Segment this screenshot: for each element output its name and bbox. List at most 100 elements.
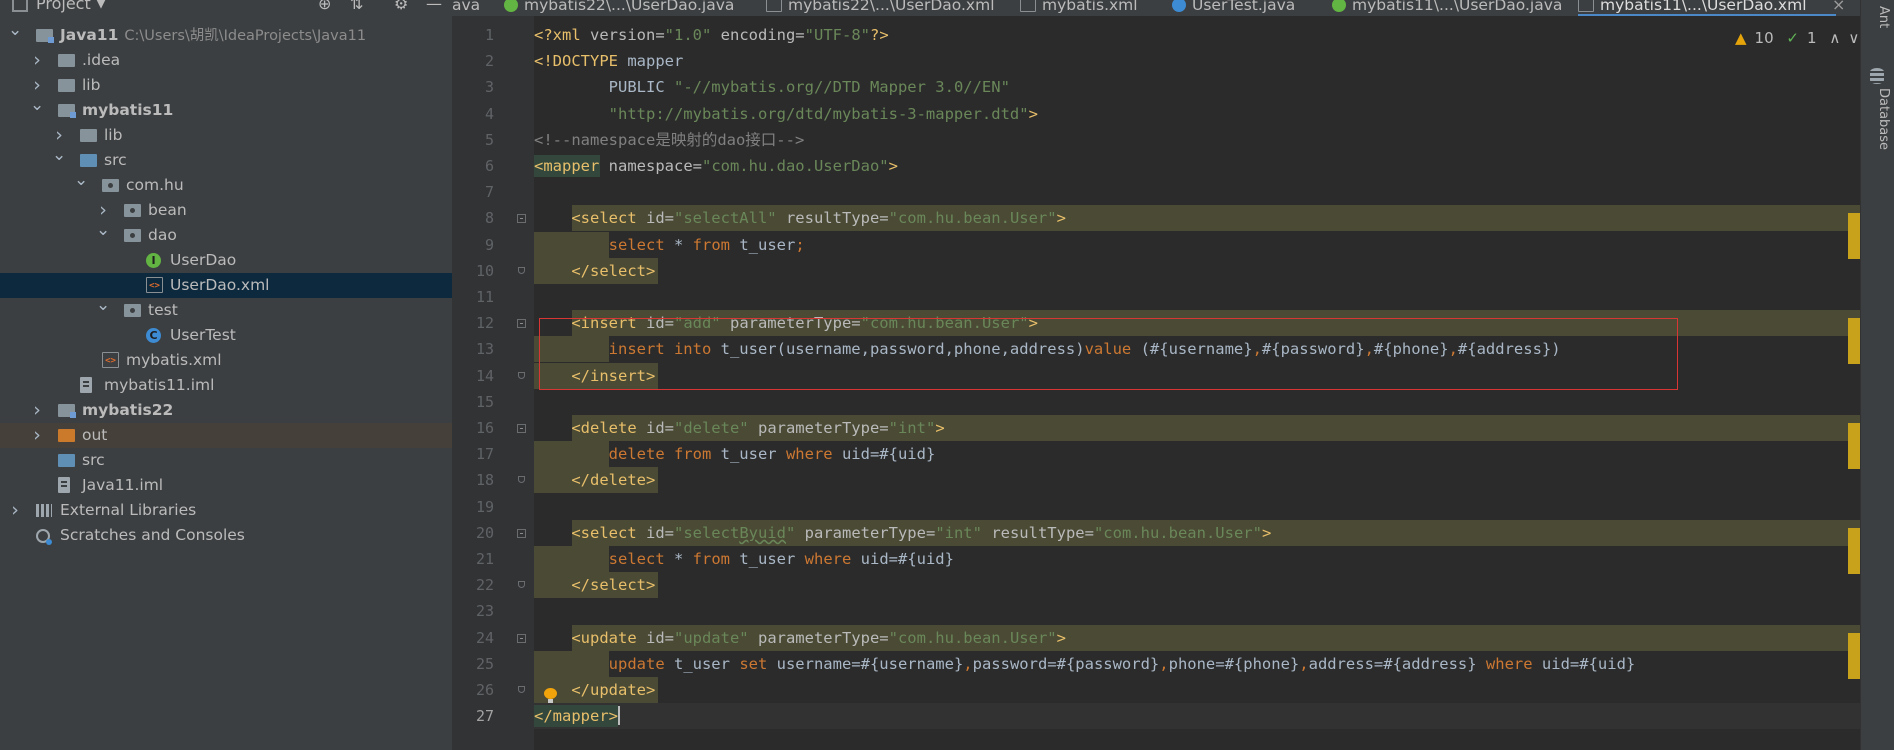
- editor-tab[interactable]: mybatis.xml: [1020, 0, 1138, 15]
- code-token: *: [673, 235, 693, 254]
- editor-tab-label: mybatis11\...\UserDao.xml: [1600, 0, 1807, 14]
- fold-marker-icon[interactable]: [517, 633, 526, 643]
- editor-tab[interactable]: mybatis22\...\UserDao.java: [504, 0, 734, 15]
- line-number: 9: [484, 235, 494, 254]
- editor-tab-bar: ava mybatis22\...\UserDao.java mybatis22\.…: [452, 0, 1860, 17]
- editor-tab[interactable]: ava: [452, 0, 480, 15]
- line-number: 11: [475, 288, 494, 306]
- code-token: ;: [795, 235, 805, 254]
- code-token: </select>: [571, 576, 656, 595]
- line-number: 2: [484, 52, 494, 71]
- code-token: select: [608, 235, 674, 254]
- line-number: 25: [475, 654, 494, 673]
- line-number: 14: [475, 366, 494, 385]
- project-view-title[interactable]: Project: [36, 0, 91, 14]
- code-token: </delete>: [571, 471, 656, 490]
- code-token: t_user: [739, 550, 805, 568]
- code-token: "select: [673, 523, 740, 542]
- code-token: uid=#{uid}: [1541, 654, 1636, 673]
- database-icon: [1870, 68, 1884, 84]
- code-token: <update: [571, 628, 646, 647]
- code-token: id=: [645, 628, 674, 647]
- code-token: <delete: [571, 419, 646, 437]
- code-line: <update id="update" parameterType="com.h…: [534, 625, 1066, 651]
- insert-annotation-box: [539, 318, 1678, 390]
- fold-marker-icon[interactable]: [517, 528, 526, 538]
- fold-end-marker-icon[interactable]: [518, 476, 525, 484]
- fold-marker-icon[interactable]: [517, 319, 526, 329]
- code-token: >: [1028, 104, 1038, 123]
- code-line: select * from t_user where uid=#{uid}: [534, 546, 954, 572]
- warning-count: 10: [1754, 29, 1774, 47]
- warning-icon: ▲: [1735, 29, 1747, 47]
- close-tab-icon[interactable]: ×: [1832, 0, 1845, 15]
- line-number: 8: [484, 209, 494, 228]
- code-token: PUBLIC: [534, 78, 674, 97]
- fold-end-marker-icon[interactable]: [518, 686, 525, 693]
- line-number: 4: [484, 104, 494, 123]
- locate-icon[interactable]: ⊕: [318, 0, 331, 14]
- fold-marker-icon[interactable]: [517, 214, 526, 224]
- editor-tab[interactable]: mybatis11\...\UserDao.java: [1332, 0, 1562, 15]
- chevron-down-icon[interactable]: ⌄: [8, 18, 22, 43]
- code-token: >: [1056, 209, 1066, 228]
- line-number: 13: [475, 340, 494, 359]
- settings-gear-icon[interactable]: ⚙: [394, 0, 408, 14]
- next-highlight-icon[interactable]: ∨: [1848, 29, 1859, 47]
- code-token: ?>: [869, 26, 889, 44]
- code-token: "com.hu.bean.User": [888, 209, 1057, 228]
- line-number: 1: [484, 26, 494, 44]
- fold-end-marker-icon[interactable]: [518, 371, 525, 379]
- line-number: 15: [475, 392, 494, 411]
- previous-highlight-icon[interactable]: ∧: [1829, 29, 1840, 47]
- collapse-all-icon[interactable]: ⇅: [350, 0, 363, 14]
- interface-file-icon: [504, 0, 518, 12]
- inspection-widget[interactable]: ▲ 10 ✓ 1 ∧ ∨: [1735, 24, 1867, 52]
- code-token: >: [935, 419, 945, 437]
- database-tool-button[interactable]: Database: [1865, 88, 1891, 150]
- editor-tab[interactable]: UserTest.java: [1172, 0, 1295, 15]
- code-token: ,: [1159, 654, 1169, 673]
- dropdown-arrow-icon[interactable]: ▼: [96, 0, 106, 14]
- code-token: >: [888, 157, 898, 175]
- code-token: id=: [645, 209, 674, 228]
- line-number: 12: [475, 314, 494, 333]
- editor-tab-label: mybatis11\...\UserDao.java: [1352, 0, 1563, 14]
- code-token: namespace=: [599, 157, 702, 175]
- project-panel-header: Project ▼ ⊕ ⇅ ⚙ —: [0, 0, 452, 14]
- code-token: update: [608, 654, 674, 673]
- line-number: 6: [484, 157, 494, 175]
- fold-end-marker-icon[interactable]: [518, 266, 525, 274]
- code-token: >: [1261, 523, 1272, 542]
- line-number: 19: [475, 497, 494, 516]
- editor-tab[interactable]: mybatis22\...\UserDao.xml: [766, 0, 995, 15]
- project-view-icon[interactable]: [12, 0, 28, 12]
- code-line: <!DOCTYPE mapper: [534, 48, 683, 74]
- code-token: id=: [645, 419, 674, 437]
- hide-panel-icon[interactable]: —: [426, 0, 442, 14]
- xml-file-icon: [766, 0, 782, 12]
- line-number: 17: [475, 445, 494, 464]
- code-line: <mapper namespace="com.hu.dao.UserDao">: [534, 153, 898, 179]
- xml-file-icon: [1578, 0, 1594, 12]
- chevron-right-icon[interactable]: ›: [8, 498, 22, 523]
- code-token: parameterType=: [757, 628, 889, 647]
- fold-end-marker-icon[interactable]: [518, 581, 525, 589]
- intention-bulb-icon[interactable]: [544, 688, 557, 703]
- code-line: select * from t_user;: [534, 232, 805, 258]
- editor-tab[interactable]: mybatis11\...\UserDao.xml: [1578, 0, 1807, 15]
- code-token: <?xml: [534, 26, 590, 44]
- fold-marker-icon[interactable]: [517, 424, 526, 433]
- code-token: select: [608, 550, 674, 568]
- code-token: "http://mybatis.org/dtd/mybatis-3-mapper…: [534, 104, 1029, 123]
- ant-tool-button[interactable]: Ant: [1865, 6, 1891, 28]
- code-token: phone=#{phone}: [1168, 654, 1300, 673]
- code-token: t_user: [720, 445, 786, 464]
- code-token: "1.0": [664, 26, 721, 44]
